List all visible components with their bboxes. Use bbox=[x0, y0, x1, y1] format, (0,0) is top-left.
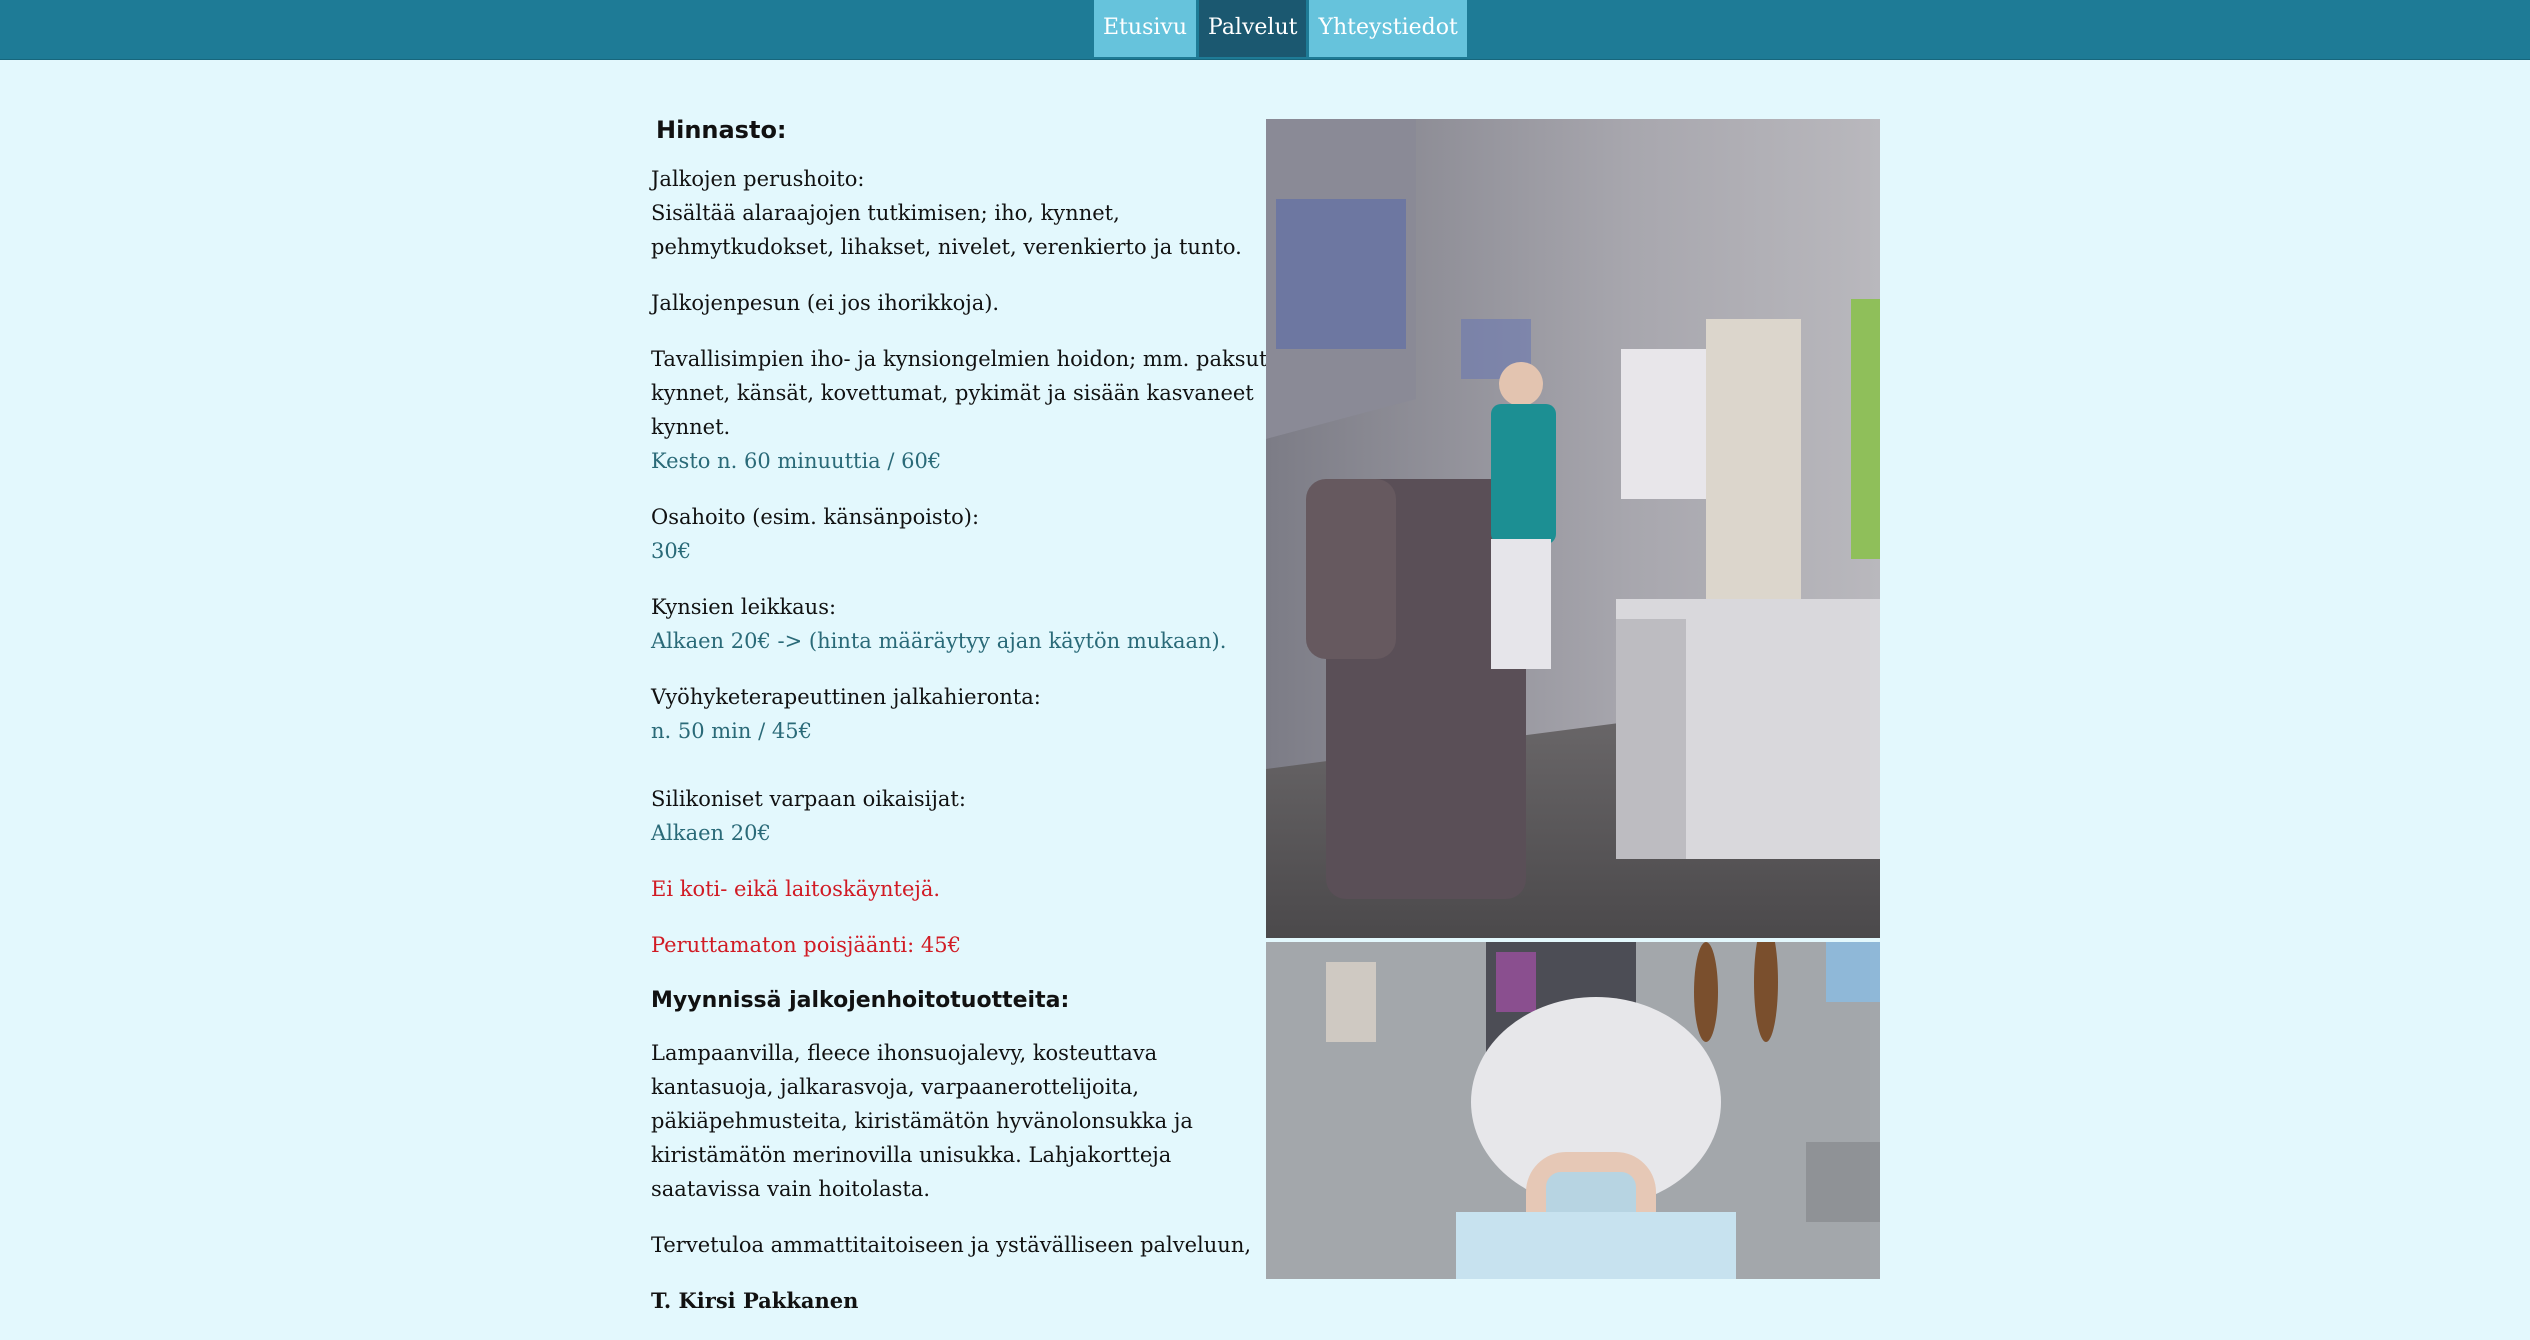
partial-treatment-price: 30€ bbox=[651, 539, 692, 563]
basic-treatment-block: Jalkojen perushoito: Sisältää alaraajoje… bbox=[651, 162, 1271, 478]
foot-care-professional-photo bbox=[1266, 942, 1880, 1279]
top-navigation-bar: Etusivu Palvelut Yhteystiedot bbox=[0, 0, 2530, 60]
basic-treatment-name: Jalkojen perushoito: bbox=[651, 167, 865, 191]
nav-palvelut[interactable]: Palvelut bbox=[1199, 0, 1307, 57]
no-home-visits-notice: Ei koti- eikä laitoskäyntejä. bbox=[651, 877, 941, 901]
no-show-fee-notice: Peruttamaton poisjäänti: 45€ bbox=[651, 933, 961, 957]
pricing-title: Hinnasto: bbox=[656, 116, 787, 144]
basic-treatment-desc-3: Tavallisimpien iho- ja kynsiongelmien ho… bbox=[651, 347, 1268, 439]
basic-treatment-price: Kesto n. 60 minuuttia / 60€ bbox=[651, 449, 942, 473]
nail-cutting-price: Alkaen 20€ -> (hinta määräytyy ajan käyt… bbox=[651, 629, 1227, 653]
products-description: Lampaanvilla, fleece ihonsuojalevy, kost… bbox=[651, 1041, 1193, 1201]
nail-cutting-name: Kynsien leikkaus: bbox=[651, 595, 837, 619]
partial-treatment-name: Osahoito (esim. känsänpoisto): bbox=[651, 505, 980, 529]
reflexology-price: n. 50 min / 45€ bbox=[651, 719, 812, 743]
nav-etusivu[interactable]: Etusivu bbox=[1094, 0, 1196, 57]
silicone-correctors-name: Silikoniset varpaan oikaisijat: bbox=[651, 787, 966, 811]
main-nav: Etusivu Palvelut Yhteystiedot bbox=[1094, 0, 1470, 57]
reflexology-name: Vyöhyketerapeuttinen jalkahieronta: bbox=[651, 685, 1041, 709]
nav-yhteystiedot[interactable]: Yhteystiedot bbox=[1309, 0, 1467, 57]
products-title: Myynnissä jalkojenhoitotuotteita: bbox=[651, 988, 1070, 1013]
pricing-content: Hinnasto: Jalkojen perushoito: Sisältää … bbox=[651, 110, 1271, 1340]
clinic-room-photo bbox=[1266, 119, 1880, 938]
basic-treatment-desc-1: Sisältää alaraajojen tutkimisen; iho, ky… bbox=[651, 201, 1242, 259]
signature: T. Kirsi Pakkanen bbox=[651, 1288, 859, 1313]
welcome-text: Tervetuloa ammattitaitoiseen ja ystäväll… bbox=[651, 1233, 1252, 1257]
silicone-correctors-price: Alkaen 20€ bbox=[651, 821, 771, 845]
basic-treatment-desc-2: Jalkojenpesun (ei jos ihorikkoja). bbox=[651, 291, 1000, 315]
